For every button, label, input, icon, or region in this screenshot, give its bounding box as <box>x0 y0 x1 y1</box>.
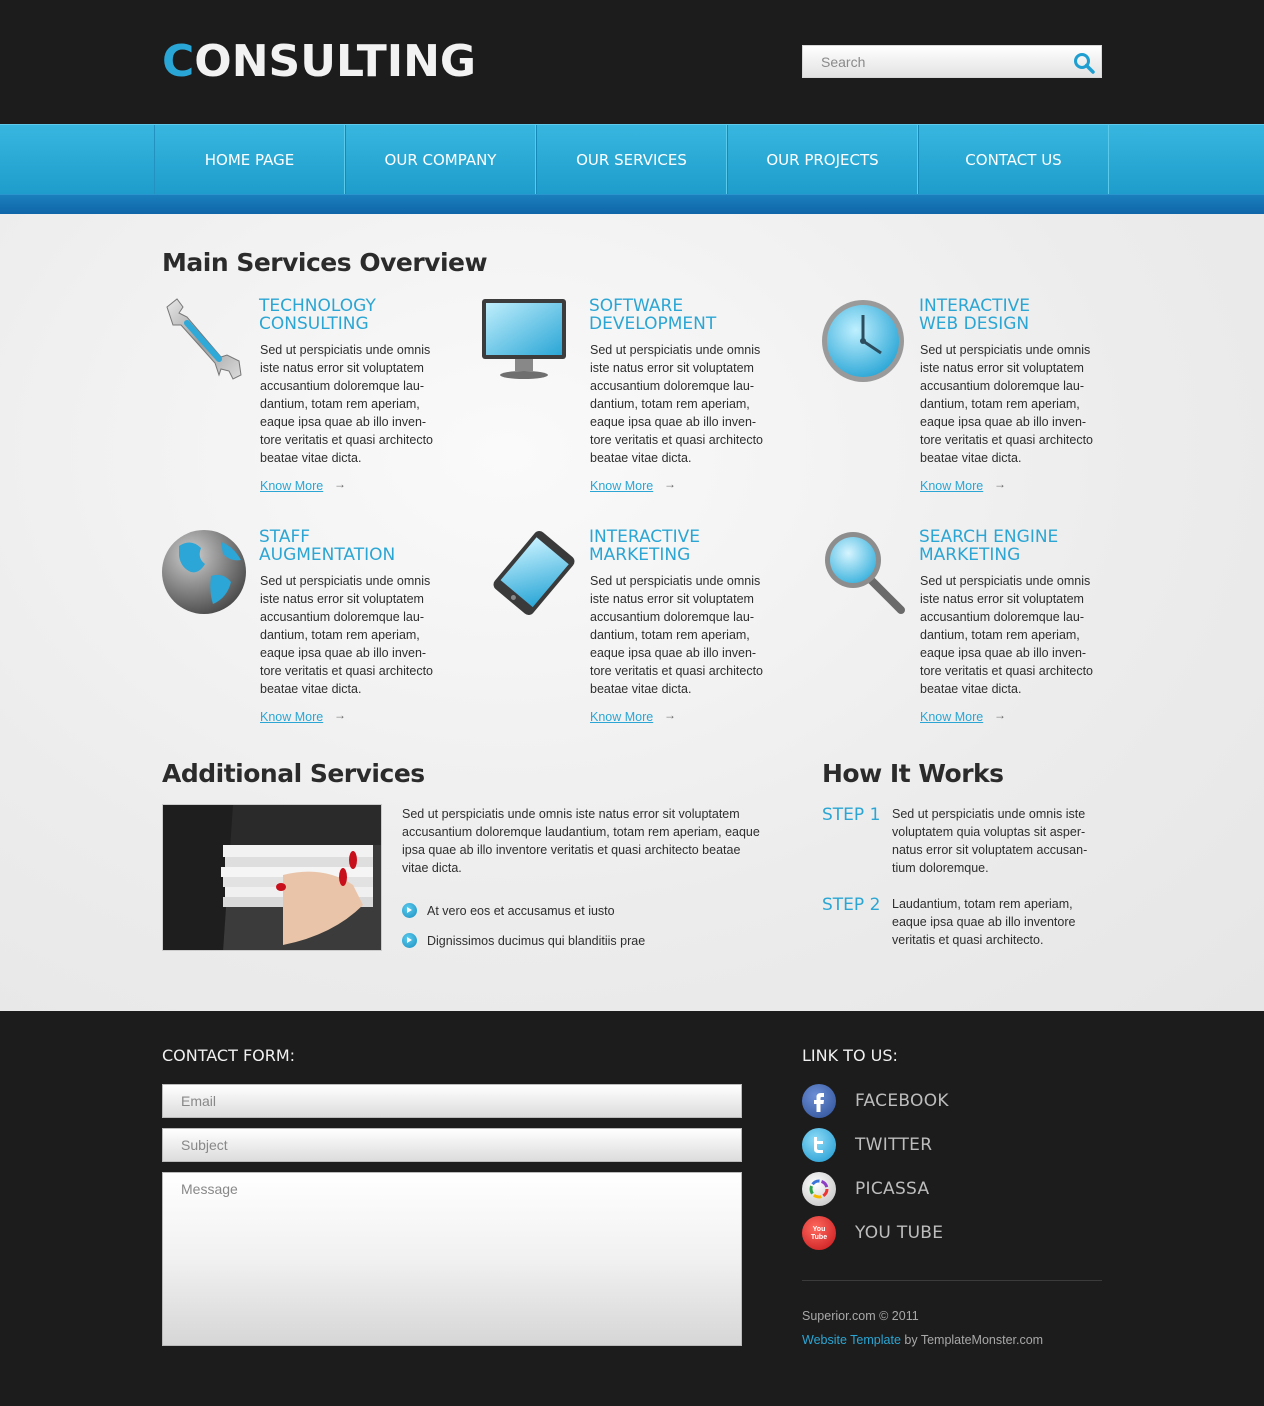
arrow-right-icon: → <box>334 477 346 491</box>
nav-contact[interactable]: CONTACT US <box>918 125 1109 195</box>
social-twitter[interactable]: TWITTER <box>802 1128 932 1162</box>
clock-icon <box>822 300 904 382</box>
arrow-bullet-icon <box>402 903 417 918</box>
service-description: Sed ut perspiciatis unde omnis iste natus… <box>920 574 1093 696</box>
service-title: TECHNOLOGY CONSULTING <box>259 296 376 334</box>
service-description: Sed ut perspiciatis unde omnis iste natus… <box>920 343 1093 465</box>
know-more-link[interactable]: Know More <box>920 710 983 724</box>
service-title: SEARCH ENGINE MARKETING <box>919 527 1059 565</box>
link-to-us-title: LINK TO US: <box>802 1046 898 1065</box>
service-title: SOFTWARE DEVELOPMENT <box>589 296 717 334</box>
know-more-link[interactable]: Know More <box>590 479 653 493</box>
nav-home[interactable]: HOME PAGE <box>154 125 345 195</box>
nav-projects[interactable]: OUR PROJECTS <box>727 125 918 195</box>
main-services-title: Main Services Overview <box>162 248 488 277</box>
social-picasa[interactable]: PICASSA <box>802 1172 929 1206</box>
service-title: INTERACTIVE WEB DESIGN <box>919 296 1030 334</box>
additional-services-title: Additional Services <box>162 759 425 788</box>
service-interactive-web-design: INTERACTIVE WEB DESIGN Sed ut perspiciati… <box>821 297 1121 507</box>
service-title: INTERACTIVE MARKETING <box>589 527 700 565</box>
nav-company[interactable]: OUR COMPANY <box>345 125 536 195</box>
know-more-link[interactable]: Know More <box>920 479 983 493</box>
main-content: Main Services Overview TECHNOLOGY CONSULT… <box>0 214 1264 1011</box>
arrow-right-icon: → <box>994 708 1006 722</box>
wrench-icon <box>166 298 242 380</box>
picasa-icon <box>802 1172 836 1206</box>
step-2-text: Laudantium, totam rem aperiam, eaque ips… <box>892 897 1076 947</box>
arrow-right-icon: → <box>664 708 676 722</box>
logo-text: ONSULTING <box>194 36 477 87</box>
nav-services[interactable]: OUR SERVICES <box>536 125 727 195</box>
service-software-development: SOFTWARE DEVELOPMENT Sed ut perspiciatis … <box>482 296 791 507</box>
svg-text:You: You <box>813 1226 826 1233</box>
arrow-right-icon: → <box>994 477 1006 491</box>
message-field[interactable] <box>162 1172 742 1346</box>
additional-description: Sed ut perspiciatis unde omnis iste natu… <box>402 807 760 875</box>
magnifier-icon <box>825 532 905 614</box>
tablet-icon <box>493 531 575 615</box>
how-it-works-title: How It Works <box>822 759 1004 788</box>
service-description: Sed ut perspiciatis unde omnis iste natus… <box>260 574 433 696</box>
service-description: Sed ut perspiciatis unde omnis iste natus… <box>590 574 763 696</box>
service-search-engine-marketing: SEARCH ENGINE MARKETING Sed ut perspiciat… <box>821 528 1121 738</box>
website-template-link[interactable]: Website Template <box>802 1333 901 1347</box>
paperwork-photo <box>162 804 382 951</box>
arrow-bullet-icon <box>402 933 417 948</box>
monitor-icon <box>482 299 566 379</box>
footer-divider <box>802 1280 1102 1281</box>
social-youtube[interactable]: You Tube YOU TUBE <box>802 1216 943 1250</box>
know-more-link[interactable]: Know More <box>260 479 323 493</box>
service-title: STAFF AUGMENTATION <box>259 527 396 565</box>
step-2-label: STEP 2 <box>822 895 881 915</box>
service-technology-consulting: TECHNOLOGY CONSULTING Sed ut perspiciatis… <box>161 297 461 507</box>
contact-form-title: CONTACT FORM: <box>162 1046 296 1065</box>
service-description: Sed ut perspiciatis unde omnis iste natus… <box>590 343 763 465</box>
know-more-link[interactable]: Know More <box>260 710 323 724</box>
nav-underbar <box>0 194 1264 214</box>
service-description: Sed ut perspiciatis unde omnis iste natus… <box>260 343 433 465</box>
step-1-label: STEP 1 <box>822 805 881 825</box>
header: CONSULTING <box>0 0 1264 124</box>
footer: CONTACT FORM: LINK TO US: FACEBOOK TWITT… <box>0 1011 1264 1406</box>
template-credit: Website Template by TemplateMonster.com <box>802 1333 1044 1347</box>
service-staff-augmentation: STAFF AUGMENTATION Sed ut perspiciatis un… <box>161 528 461 738</box>
logo[interactable]: CONSULTING <box>162 36 476 88</box>
bullet-item: Dignissimos ducimus qui blanditiis prae <box>402 933 645 948</box>
know-more-link[interactable]: Know More <box>590 710 653 724</box>
social-facebook[interactable]: FACEBOOK <box>802 1084 949 1118</box>
copyright: Superior.com © 2011 <box>802 1309 919 1323</box>
logo-initial: C <box>162 36 195 87</box>
twitter-icon <box>802 1128 836 1162</box>
bullet-item: At vero eos et accusamus et iusto <box>402 903 615 918</box>
arrow-right-icon: → <box>664 477 676 491</box>
step-1-text: Sed ut perspiciatis unde omnis iste volu… <box>892 807 1088 875</box>
main-nav: HOME PAGE OUR COMPANY OUR SERVICES OUR P… <box>0 124 1264 195</box>
arrow-right-icon: → <box>334 708 346 722</box>
search-input[interactable] <box>803 46 1063 77</box>
search-box <box>802 45 1102 78</box>
email-field[interactable] <box>162 1084 742 1118</box>
subject-field[interactable] <box>162 1128 742 1162</box>
facebook-icon <box>802 1084 836 1118</box>
globe-icon <box>162 530 246 614</box>
youtube-icon: You Tube <box>802 1216 836 1250</box>
svg-text:Tube: Tube <box>811 1234 827 1241</box>
service-interactive-marketing: INTERACTIVE MARKETING Sed ut perspiciatis… <box>491 528 791 738</box>
search-icon[interactable] <box>1073 52 1095 74</box>
